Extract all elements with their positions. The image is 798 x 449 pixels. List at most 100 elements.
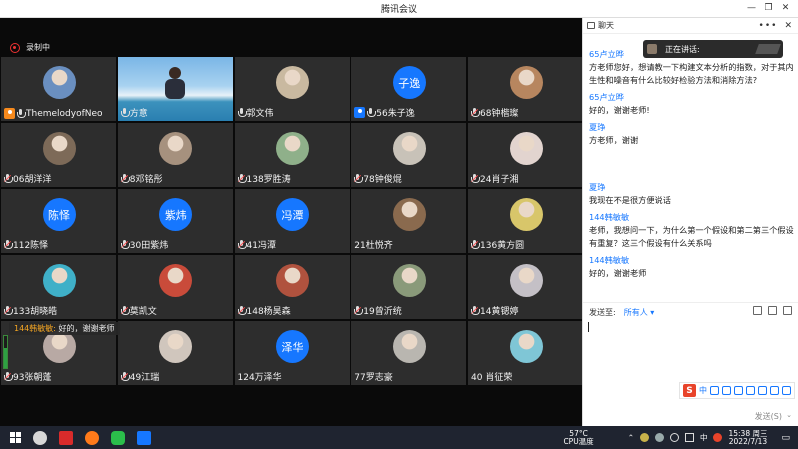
participant-name: 148杨昊森 xyxy=(246,307,291,317)
participant-tile[interactable]: 子逸 56朱子逸 xyxy=(351,57,467,121)
participant-tile[interactable]: 紫炜 30田紫炜 xyxy=(117,189,233,253)
chat-message-text: 生性和噪音有什么比较好检验方法和消除方法? xyxy=(589,75,758,85)
wechat-icon[interactable] xyxy=(111,430,125,445)
chat-sender[interactable]: 夏琤 xyxy=(589,181,795,194)
chat-close-icon[interactable]: ✕ xyxy=(784,21,798,31)
participant-name: ThemelodyofNeo xyxy=(26,108,103,119)
ime-voice-icon[interactable] xyxy=(734,386,743,395)
ime-punct-icon[interactable] xyxy=(710,386,719,395)
participant-tile[interactable]: 泽华 124万泽华 xyxy=(234,321,350,385)
file-icon[interactable] xyxy=(753,306,762,315)
participant-tile[interactable]: 莫凯文 xyxy=(117,255,233,319)
chat-sender[interactable]: 144韩敏敏 xyxy=(589,211,795,224)
chat-title: 聊天 xyxy=(598,21,614,30)
participant-name-row: 77罗志豪 xyxy=(354,370,392,383)
windows-start-icon[interactable] xyxy=(10,432,21,443)
participant-name: 77罗志豪 xyxy=(354,373,393,383)
participant-name: 24肖子湘 xyxy=(480,175,519,185)
mic-muted-icon xyxy=(237,240,247,249)
title-bar: 腾讯会议 — ❐ ✕ xyxy=(0,0,798,18)
mic-muted-icon xyxy=(120,240,130,249)
avatar: 冯潭 xyxy=(276,198,309,231)
participant-tile[interactable]: 136黄方圆 xyxy=(468,189,583,253)
chat-sender[interactable] xyxy=(589,151,795,164)
participant-tile[interactable]: 8邓铭彤 xyxy=(117,123,233,187)
participant-name-row: 93张朝蓬 xyxy=(3,370,51,383)
avatar xyxy=(42,66,76,99)
participant-tile[interactable]: 06胡洋洋 xyxy=(1,123,116,187)
participant-tile[interactable]: 133胡晓皓 xyxy=(1,255,116,319)
petal-app-icon[interactable] xyxy=(33,430,47,445)
more-icon[interactable]: ••• xyxy=(759,21,782,31)
restore-icon[interactable]: ❐ xyxy=(760,1,777,16)
ime-toolbar[interactable]: S 中 xyxy=(679,382,795,399)
network-icon[interactable] xyxy=(669,433,679,442)
avatar xyxy=(392,198,426,231)
avatar xyxy=(159,132,193,165)
firefox-icon[interactable] xyxy=(85,430,99,445)
participant-tile[interactable]: ThemelodyofNeo xyxy=(1,57,116,121)
ime-menu-icon[interactable] xyxy=(782,386,791,395)
participant-tile[interactable]: 19曾沂统 xyxy=(351,255,467,319)
participant-tile[interactable]: 21杜悦齐 xyxy=(351,189,467,253)
image-icon[interactable] xyxy=(768,306,777,315)
participant-name: 78钟俊焜 xyxy=(363,175,402,185)
ime-user-icon[interactable] xyxy=(770,386,779,395)
participant-tile[interactable]: 49江瑞 xyxy=(117,321,233,385)
chat-message-text: 我现在不是很方便说话 xyxy=(589,195,671,205)
ime-skin-icon[interactable] xyxy=(758,386,767,395)
ime-keyboard-icon[interactable] xyxy=(746,386,755,395)
send-button[interactable]: 发送(S) ⌄ xyxy=(755,411,792,422)
volume-icon[interactable] xyxy=(684,433,694,442)
avatar xyxy=(509,264,543,297)
chevron-down-icon[interactable]: ⌄ xyxy=(786,411,792,419)
participant-name-row: 郭文伟 xyxy=(237,106,274,119)
participant-tile[interactable]: 78钟俊焜 xyxy=(351,123,467,187)
clock[interactable]: 15:38 周三 2022/7/13 xyxy=(728,429,768,446)
participant-tile[interactable]: 148杨昊森 xyxy=(234,255,350,319)
participant-name: 68钟楷璨 xyxy=(480,109,519,119)
tray-cloud-icon[interactable] xyxy=(654,433,664,442)
tray-app-icon[interactable] xyxy=(639,433,649,442)
chat-sender[interactable]: 65卢立晔 xyxy=(589,91,795,104)
participant-tile[interactable]: 24肖子湘 xyxy=(468,123,583,187)
participant-tile[interactable]: 冯潭 41冯潭 xyxy=(234,189,350,253)
settings-icon[interactable] xyxy=(783,306,792,315)
participant-tile[interactable]: 方意 xyxy=(117,57,233,121)
tencent-meeting-icon[interactable] xyxy=(137,430,151,445)
avatar xyxy=(509,330,543,363)
participant-tile[interactable]: 68钟楷璨 xyxy=(468,57,583,121)
app-red-icon[interactable] xyxy=(59,430,73,445)
ime-emoji-icon[interactable] xyxy=(722,386,731,395)
participant-tile[interactable]: 40 肖征荣 xyxy=(468,321,583,385)
participant-tile[interactable]: 138罗胜涛 xyxy=(234,123,350,187)
chat-sender[interactable]: 144韩敏敏 xyxy=(589,254,795,267)
host-badge-icon xyxy=(354,107,366,118)
chat-input[interactable] xyxy=(588,322,589,332)
chat-message-text: 方老师，谢谢 xyxy=(589,135,639,145)
participant-name: 124万泽华 xyxy=(237,373,282,383)
mic-muted-icon xyxy=(120,174,130,183)
avatar: 子逸 xyxy=(392,66,426,99)
participant-tile[interactable]: 77罗志豪 xyxy=(351,321,467,385)
mic-muted-icon xyxy=(470,174,480,183)
participant-tile[interactable]: 郭文伟 xyxy=(234,57,350,121)
mic-muted-icon xyxy=(120,372,130,381)
participant-tile[interactable]: 14黄锶婷 xyxy=(468,255,583,319)
participant-tile[interactable]: 陈怿 112陈怿 xyxy=(1,189,116,253)
clock-date: 2022/7/13 xyxy=(728,436,768,446)
tray-chevron-icon[interactable]: ⌃ xyxy=(628,433,634,442)
close-icon[interactable]: ✕ xyxy=(777,1,794,16)
avatar xyxy=(392,264,426,297)
chat-message-text: 方老师您好，想请教一下构建文本分析的指数，对于其内 xyxy=(589,62,794,72)
recording-indicator[interactable]: 录制中 xyxy=(10,42,50,53)
notification-icon[interactable]: ▭ xyxy=(781,433,790,443)
avatar xyxy=(392,330,426,363)
mic-muted-icon xyxy=(354,306,364,315)
ime-tray-label[interactable]: 中 xyxy=(700,432,708,443)
participant-name-row: 方意 xyxy=(120,106,148,119)
send-to-dropdown[interactable]: 所有人 ▾ xyxy=(624,307,655,318)
minimize-icon[interactable]: — xyxy=(743,1,760,16)
sogou-tray-icon[interactable] xyxy=(713,433,723,442)
chat-sender[interactable]: 夏琤 xyxy=(589,121,795,134)
